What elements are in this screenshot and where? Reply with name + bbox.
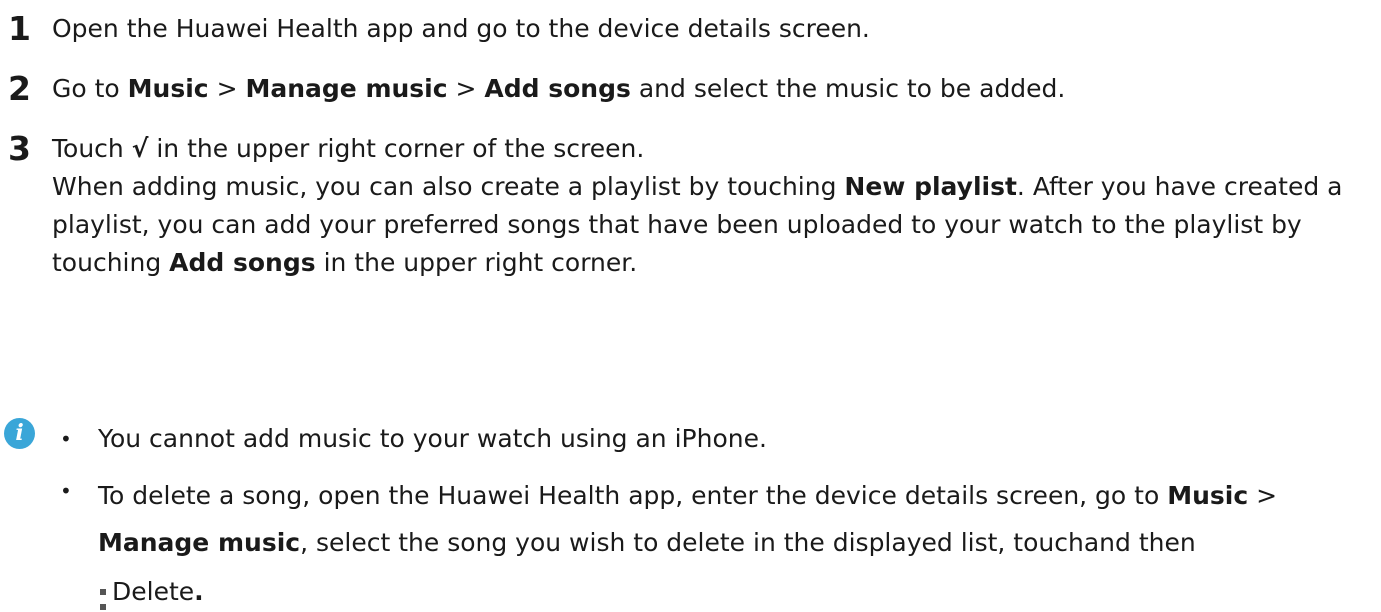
step-1: 1 Open the Huawei Health app and go to t… bbox=[0, 10, 1372, 48]
text-segment: > bbox=[208, 74, 246, 103]
step-text: Go to Music > Manage music > Add songs a… bbox=[52, 70, 1372, 108]
bullet-trailing-line: Delete. bbox=[98, 572, 1368, 612]
step-number: 2 bbox=[8, 69, 31, 108]
note-bullet-delete: • To delete a song, open the Huawei Heal… bbox=[60, 472, 1368, 612]
step-text: Open the Huawei Health app and go to the… bbox=[52, 14, 870, 43]
ui-term-delete: . bbox=[194, 577, 204, 606]
bullet-text: To delete a song, open the Huawei Health… bbox=[98, 472, 1368, 612]
step-number: 3 bbox=[8, 129, 31, 168]
step-text: Touch √ in the upper right corner of the… bbox=[52, 130, 1372, 282]
ui-term-music: Music bbox=[127, 74, 209, 103]
step-detail: When adding music, you can also create a… bbox=[52, 168, 1372, 282]
bullet-icon: • bbox=[60, 479, 72, 503]
text-segment: > bbox=[447, 74, 485, 103]
text-segment: Touch bbox=[52, 134, 132, 163]
ui-term-add-songs: Add songs bbox=[484, 74, 631, 103]
text-segment: When adding music, you can also create a… bbox=[52, 172, 845, 201]
text-segment: > bbox=[1248, 481, 1278, 510]
step-number: 1 bbox=[8, 9, 31, 48]
dot bbox=[100, 604, 106, 610]
bullet-icon: • bbox=[60, 427, 72, 451]
ui-term-new-playlist: New playlist bbox=[844, 172, 1017, 201]
text-segment: Go to bbox=[52, 74, 128, 103]
bullet-text: You cannot add music to your watch using… bbox=[98, 424, 767, 453]
note-bullet-1: • You cannot add music to your watch usi… bbox=[60, 420, 1368, 458]
text-segment: and then bbox=[1083, 528, 1196, 557]
step-3: 3 Touch √ in the upper right corner of t… bbox=[0, 130, 1372, 282]
text-segment: and select the music to be added. bbox=[630, 74, 1066, 103]
text-segment: in the upper right corner of the screen. bbox=[148, 134, 645, 163]
step-2: 2 Go to Music > Manage music > Add songs… bbox=[0, 70, 1372, 108]
dot bbox=[100, 589, 106, 595]
ui-term-add-songs: Add songs bbox=[169, 248, 316, 277]
text-segment: in the upper right corner. bbox=[315, 248, 638, 277]
text-segment: To delete a song, open the Huawei Health… bbox=[98, 481, 1168, 510]
more-vertical-icon bbox=[98, 572, 108, 612]
ui-term-music: Music bbox=[1167, 481, 1249, 510]
checkmark-icon: √ bbox=[131, 134, 149, 163]
step-line: Touch √ in the upper right corner of the… bbox=[52, 130, 1372, 168]
text-segment: , select the song you wish to delete in … bbox=[300, 528, 1084, 557]
info-icon: i bbox=[4, 418, 35, 449]
ui-term-manage-music: Manage music bbox=[98, 528, 301, 557]
ui-term-manage-music: Manage music bbox=[245, 74, 448, 103]
text-segment: Delete bbox=[112, 577, 195, 606]
